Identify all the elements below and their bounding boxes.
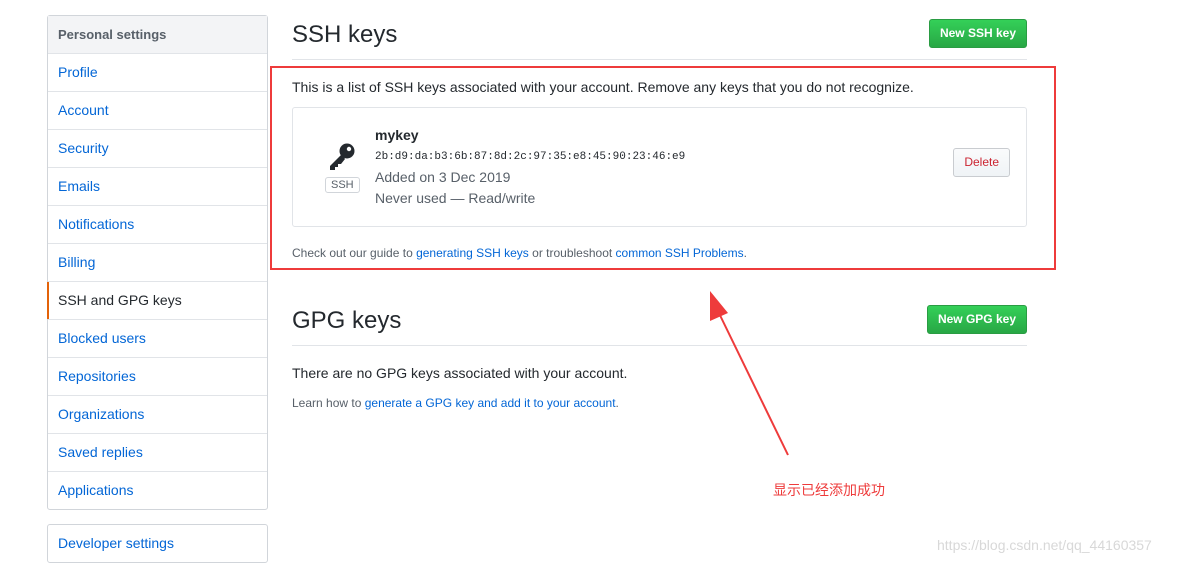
sidebar-item-repositories[interactable]: Repositories (48, 358, 267, 396)
sidebar-item-notifications[interactable]: Notifications (48, 206, 267, 244)
sidebar-item-billing[interactable]: Billing (48, 244, 267, 282)
sidebar-heading: Personal settings (48, 16, 267, 54)
sidebar-item-developer-settings[interactable]: Developer settings (48, 525, 267, 562)
sidebar-item-blocked-users[interactable]: Blocked users (48, 320, 267, 358)
generate-gpg-key-link[interactable]: generate a GPG key and add it to your ac… (365, 396, 616, 410)
new-gpg-key-button[interactable]: New GPG key (926, 305, 1027, 334)
sidebar-item-account[interactable]: Account (48, 92, 267, 130)
gpg-section-title: GPG keys (292, 307, 402, 334)
gpg-help-text: Learn how to generate a GPG key and add … (292, 396, 619, 410)
new-ssh-key-button[interactable]: New SSH key (928, 19, 1027, 48)
sidebar-item-organizations[interactable]: Organizations (48, 396, 267, 434)
sidebar-item-applications[interactable]: Applications (48, 472, 267, 509)
annotation-arrow (710, 291, 789, 456)
annotation-text: 显示已经添加成功 (773, 483, 885, 499)
highlight-box (270, 66, 1056, 270)
gpg-section-header: GPG keys New GPG key (292, 301, 1027, 346)
watermark: https://blog.csdn.net/qq_44160357 (937, 537, 1152, 553)
sidebar-item-security[interactable]: Security (48, 130, 267, 168)
sidebar-item-saved-replies[interactable]: Saved replies (48, 434, 267, 472)
gpg-empty-text: There are no GPG keys associated with yo… (292, 365, 628, 381)
gpg-help-suffix: . (615, 396, 619, 410)
sidebar-item-profile[interactable]: Profile (48, 54, 267, 92)
ssh-section-title: SSH keys (292, 21, 398, 48)
sidebar-item-ssh-gpg-keys[interactable]: SSH and GPG keys (47, 282, 267, 320)
developer-settings-menu: Developer settings (47, 524, 268, 563)
sidebar-item-emails[interactable]: Emails (48, 168, 267, 206)
ssh-section-header: SSH keys New SSH key (292, 15, 1027, 60)
gpg-help-prefix: Learn how to (292, 396, 365, 410)
settings-sidebar: Personal settings Profile Account Securi… (47, 15, 268, 510)
